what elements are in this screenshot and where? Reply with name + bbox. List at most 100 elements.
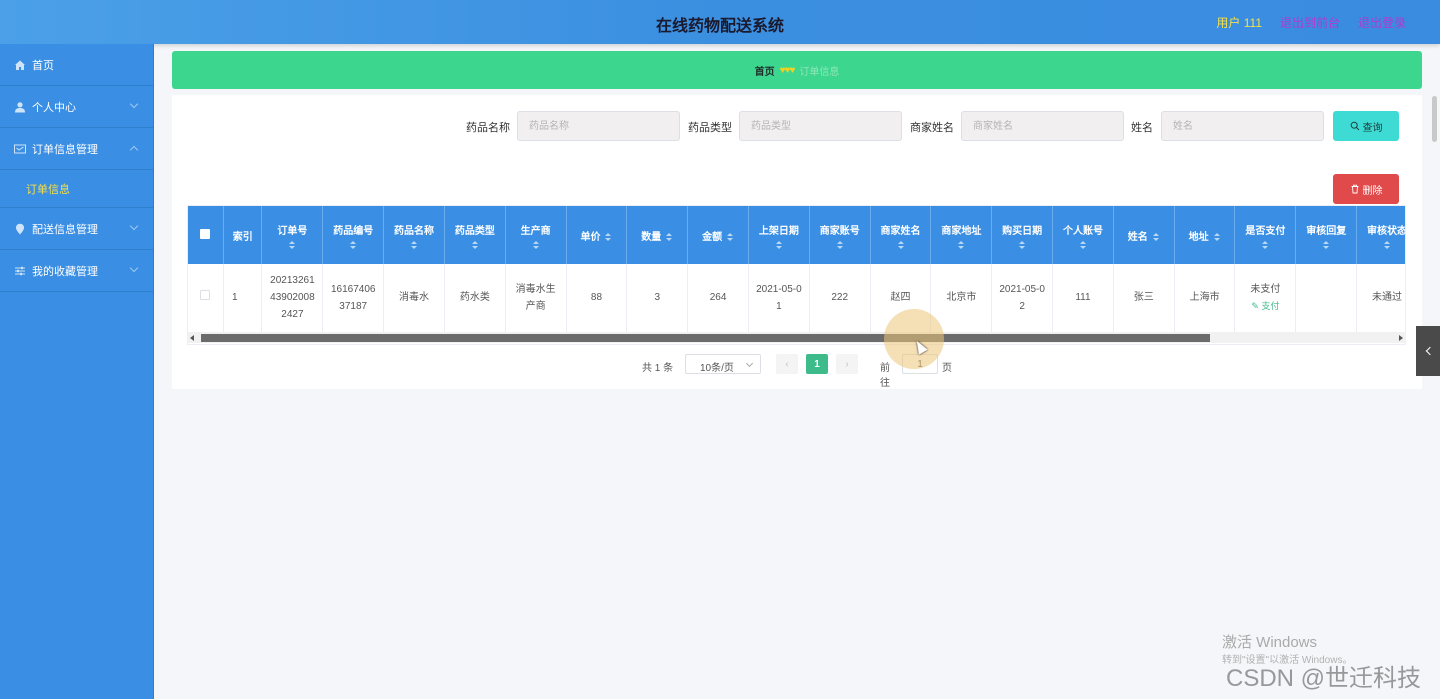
- pay-link[interactable]: ✎ 支付: [1235, 298, 1295, 315]
- page-size-value: 10条/页: [700, 363, 734, 374]
- scrollbar-thumb[interactable]: [201, 334, 1210, 342]
- sort-icon[interactable]: [1152, 232, 1160, 241]
- sort-icon[interactable]: [897, 240, 905, 249]
- column-header[interactable]: 上架日期: [748, 206, 810, 264]
- column-header[interactable]: 数量: [626, 206, 689, 264]
- home-icon: [14, 59, 26, 71]
- sidebar-item-order-management[interactable]: 订单信息管理: [0, 128, 153, 170]
- back-to-front-link[interactable]: 退出到前台: [1280, 14, 1340, 31]
- prev-page-button[interactable]: ‹: [776, 354, 798, 374]
- merchant-account-cell: 222: [809, 264, 871, 333]
- sort-icon[interactable]: [1261, 240, 1269, 249]
- sidebar-item-label: 订单信息管理: [32, 143, 98, 156]
- column-header: 索引: [223, 206, 263, 264]
- sidebar-item-delivery-management[interactable]: 配送信息管理: [0, 208, 153, 250]
- sidebar-item-label: 我的收藏管理: [32, 265, 98, 278]
- heart-separator-icon: ♥♥♥: [779, 64, 796, 76]
- sort-icon[interactable]: [726, 232, 734, 241]
- page-suffix-label: 页: [942, 363, 952, 374]
- column-header[interactable]: 购买日期: [991, 206, 1054, 264]
- next-page-button[interactable]: ›: [836, 354, 858, 374]
- sort-icon[interactable]: [775, 240, 783, 249]
- column-header[interactable]: 药品编号: [322, 206, 385, 264]
- merchant-name-label: 商家姓名: [910, 122, 954, 134]
- sort-icon[interactable]: [1322, 240, 1330, 249]
- logout-link[interactable]: 退出登录: [1358, 14, 1406, 31]
- sidebar-subitem-order-info[interactable]: 订单信息: [0, 170, 153, 208]
- page-size-select[interactable]: 10条/页: [685, 354, 761, 374]
- pagination-total: 共 1 条: [642, 363, 674, 374]
- column-header[interactable]: 订单号: [261, 206, 324, 264]
- side-panel-toggle[interactable]: [1416, 326, 1440, 376]
- order-icon: [14, 143, 26, 155]
- trash-icon: [1350, 184, 1360, 194]
- column-header[interactable]: 药品名称: [383, 206, 445, 264]
- delete-button[interactable]: 删除: [1333, 174, 1399, 204]
- sort-icon[interactable]: [665, 232, 673, 241]
- page-number-button[interactable]: 1: [806, 354, 828, 374]
- sort-icon[interactable]: [410, 240, 418, 249]
- user-icon: [14, 101, 26, 113]
- column-header[interactable]: 个人账号: [1052, 206, 1114, 264]
- column-header[interactable]: 姓名: [1113, 206, 1175, 264]
- scroll-left-icon[interactable]: [190, 335, 194, 341]
- row-select-cell[interactable]: [188, 264, 224, 333]
- sort-icon[interactable]: [471, 240, 479, 249]
- sidebar: 首页 个人中心 订单信息管理 订单信息 配送信息管理 我的收藏管理: [0, 44, 154, 699]
- drug-name-cell: 消毒水: [383, 264, 445, 333]
- page-vertical-scrollbar[interactable]: [1432, 96, 1437, 142]
- column-header[interactable]: 是否支付: [1234, 206, 1297, 264]
- column-header[interactable]: 审核状态: [1356, 206, 1405, 264]
- price-cell: 88: [566, 264, 628, 333]
- column-header[interactable]: 审核回复: [1295, 206, 1358, 264]
- sort-icon[interactable]: [349, 240, 357, 249]
- windows-activate-watermark: 激活 Windows: [1222, 634, 1318, 651]
- edit-icon: ✎: [1251, 300, 1262, 311]
- buy-date-cell: 2021-05-02: [991, 264, 1054, 333]
- sort-icon[interactable]: [288, 240, 296, 249]
- sort-icon[interactable]: [957, 240, 965, 249]
- select-all-header[interactable]: [188, 206, 224, 264]
- chevron-down-icon: [129, 99, 139, 109]
- sort-icon[interactable]: [1213, 232, 1221, 241]
- top-header: 在线药物配送系统 用户 111 退出到前台 退出登录: [0, 0, 1440, 44]
- address-cell: 上海市: [1174, 264, 1236, 333]
- sort-icon[interactable]: [1383, 240, 1391, 249]
- column-header[interactable]: 商家地址: [930, 206, 993, 264]
- select-all-checkbox[interactable]: [200, 228, 211, 239]
- scroll-right-icon[interactable]: [1399, 335, 1403, 341]
- cursor-highlight: [884, 309, 944, 369]
- search-button[interactable]: 查询: [1333, 111, 1399, 141]
- user-label: 用户 111: [1216, 16, 1262, 30]
- column-header[interactable]: 药品类型: [444, 206, 506, 264]
- column-header[interactable]: 商家姓名: [870, 206, 932, 264]
- sort-icon[interactable]: [836, 240, 844, 249]
- amount-cell: 264: [687, 264, 749, 333]
- column-header[interactable]: 金额: [687, 206, 749, 264]
- breadcrumb-home[interactable]: 首页: [755, 63, 775, 78]
- sort-icon[interactable]: [1079, 240, 1087, 249]
- table-row[interactable]: 1 20213261439020082427 1616740637187 消毒水…: [188, 264, 1405, 333]
- merchant-name-input[interactable]: [961, 111, 1124, 141]
- drug-name-label: 药品名称: [466, 122, 510, 134]
- chevron-down-icon: [129, 263, 139, 273]
- sidebar-item-home[interactable]: 首页: [0, 44, 153, 86]
- sort-icon[interactable]: [604, 232, 612, 241]
- goto-label: 前往: [880, 363, 890, 389]
- paid-cell: 未支付 ✎ 支付: [1234, 264, 1297, 333]
- table-header-row: 索引 订单号 药品编号 药品名称 药品类型 生产商 单价 数量 金额 上架日期 …: [188, 206, 1405, 264]
- table-horizontal-scrollbar[interactable]: [187, 332, 1406, 343]
- column-header[interactable]: 地址: [1174, 206, 1236, 264]
- row-checkbox[interactable]: [200, 290, 211, 301]
- drug-name-input[interactable]: [517, 111, 680, 141]
- sidebar-item-favorites-management[interactable]: 我的收藏管理: [0, 250, 153, 292]
- sidebar-item-personal-center[interactable]: 个人中心: [0, 86, 153, 128]
- column-header[interactable]: 商家账号: [809, 206, 871, 264]
- sort-icon[interactable]: [532, 240, 540, 249]
- column-header[interactable]: 生产商: [505, 206, 567, 264]
- name-input[interactable]: [1161, 111, 1324, 141]
- sort-icon[interactable]: [1018, 240, 1026, 249]
- chevron-down-icon: [745, 359, 754, 368]
- column-header[interactable]: 单价: [566, 206, 628, 264]
- drug-type-input[interactable]: [739, 111, 902, 141]
